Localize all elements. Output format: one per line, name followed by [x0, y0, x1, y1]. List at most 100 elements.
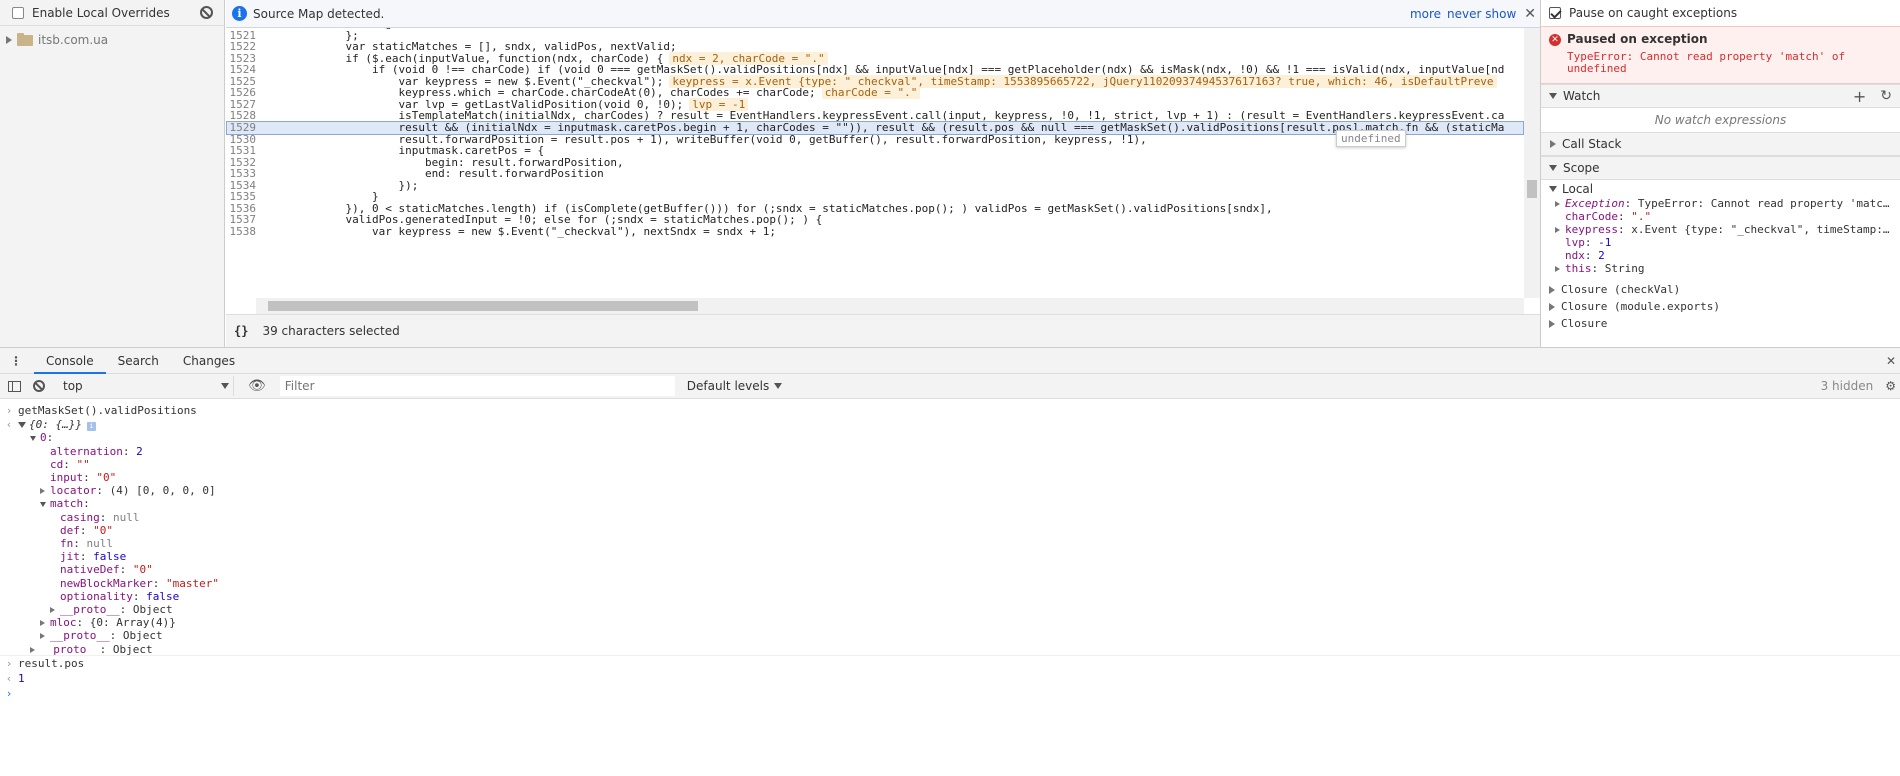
- console-prompt[interactable]: ›: [0, 686, 1900, 701]
- scope-value: ".": [1631, 210, 1652, 223]
- drawer-menu-icon[interactable]: ⋮: [10, 354, 22, 368]
- console-message[interactable]: › result.pos: [0, 656, 1900, 671]
- code-text: var keypress = new $.Event("_checkval"),…: [266, 224, 776, 238]
- dropdown-arrow-icon: [774, 383, 783, 389]
- collapse-arrow-icon[interactable]: [18, 422, 26, 429]
- object-property[interactable]: cd: "": [0, 458, 1900, 471]
- editor-vertical-scrollbar[interactable]: [1524, 28, 1540, 298]
- scope-closure[interactable]: Closure (checkVal): [1549, 283, 1680, 296]
- watch-header[interactable]: Watch + ↻: [1541, 84, 1900, 108]
- collapse-arrow-icon[interactable]: [30, 431, 40, 444]
- scope-variable-keypress[interactable]: keypress: x.Event {type: "_checkval", ti…: [1555, 223, 1890, 236]
- line-number[interactable]: 1533: [226, 168, 257, 180]
- more-link[interactable]: more: [1410, 7, 1441, 21]
- context-select[interactable]: top: [59, 376, 234, 396]
- scope-variable-charcode[interactable]: charCode: ".": [1555, 210, 1651, 223]
- property-key: 0: [40, 431, 47, 445]
- expand-arrow-icon: [1550, 140, 1556, 148]
- scrollbar-thumb[interactable]: [268, 301, 698, 311]
- console-output[interactable]: › getMaskSet().validPositions ‹ {0: {…}} i 0:…: [0, 399, 1900, 776]
- object-property[interactable]: match:: [0, 497, 1900, 510]
- object-property[interactable]: def: "0": [0, 524, 1900, 537]
- code-line[interactable]: var keypress = new $.Event("_checkval"),…: [266, 226, 776, 238]
- scope-variable-ndx[interactable]: ndx: 2: [1555, 249, 1605, 262]
- object-property[interactable]: __proto__: Object: [0, 629, 1900, 642]
- local-label: Local: [1562, 182, 1594, 196]
- scope-closure[interactable]: Closure (module.exports): [1549, 300, 1720, 313]
- close-drawer-icon[interactable]: ✕: [1886, 354, 1896, 368]
- object-property[interactable]: input: "0": [0, 471, 1900, 484]
- object-property[interactable]: newBlockMarker: "master": [0, 577, 1900, 590]
- object-property[interactable]: 0:: [0, 431, 1900, 444]
- console-message[interactable]: ‹ {0: {…}} i: [0, 418, 1900, 432]
- add-watch-icon[interactable]: +: [1853, 87, 1866, 106]
- object-property[interactable]: nativeDef: "0": [0, 563, 1900, 576]
- editor-horizontal-scrollbar[interactable]: [256, 298, 1524, 314]
- object-property[interactable]: __proto__: Object: [0, 643, 1900, 656]
- expand-arrow-icon[interactable]: [40, 484, 50, 497]
- object-property[interactable]: locator: (4) [0, 0, 0, 0]: [0, 484, 1900, 497]
- scope-variable-exception[interactable]: Exception: TypeError: Cannot read proper…: [1555, 197, 1890, 210]
- scope-variable-lvp[interactable]: lvp: -1: [1555, 236, 1611, 249]
- console-message[interactable]: ‹ 1: [0, 671, 1900, 686]
- property-value: Object: [112, 642, 153, 656]
- never-show-link[interactable]: never show: [1447, 7, 1516, 21]
- pretty-print-icon[interactable]: {}: [234, 324, 248, 338]
- console-filter-input[interactable]: [279, 376, 675, 396]
- console-command: result.pos: [18, 656, 85, 670]
- scope-variable-this[interactable]: this: String: [1555, 262, 1645, 275]
- closure-label: Closure (module.exports): [1561, 300, 1720, 313]
- object-property[interactable]: jit: false: [0, 550, 1900, 563]
- info-badge-icon[interactable]: i: [86, 422, 96, 432]
- line-number[interactable]: 1538: [226, 226, 257, 238]
- clear-icon[interactable]: [200, 6, 213, 19]
- close-icon[interactable]: ✕: [1524, 6, 1536, 22]
- scope-key: keypress: [1565, 223, 1618, 236]
- tab-search[interactable]: Search: [106, 348, 171, 374]
- pause-caught-checkbox[interactable]: [1549, 7, 1561, 19]
- info-icon: i: [232, 6, 247, 21]
- console-settings-icon[interactable]: ⚙: [1885, 379, 1896, 393]
- tab-console[interactable]: Console: [34, 348, 106, 374]
- property-value: (4) [0, 0, 0, 0]: [109, 484, 216, 498]
- expand-arrow-icon[interactable]: [6, 36, 12, 44]
- line-number[interactable]: 1529: [226, 122, 257, 134]
- console-message[interactable]: › getMaskSet().validPositions: [0, 403, 1900, 418]
- line-number[interactable]: 1522: [226, 41, 257, 53]
- sources-navigator: Enable Local Overrides itsb.com.ua: [0, 0, 225, 347]
- enable-overrides-row[interactable]: Enable Local Overrides: [0, 0, 224, 26]
- sidebar-toggle-icon[interactable]: [8, 380, 21, 392]
- scope-local-row[interactable]: Local: [1549, 181, 1593, 197]
- expand-arrow-icon[interactable]: [50, 603, 60, 616]
- expand-arrow-icon[interactable]: [40, 629, 50, 642]
- object-property[interactable]: __proto__: Object: [0, 603, 1900, 616]
- collapse-arrow-icon[interactable]: [40, 497, 50, 510]
- line-number[interactable]: 1524: [226, 64, 257, 76]
- scope-key: this: [1565, 262, 1592, 275]
- object-property[interactable]: mloc: {0: Array(4)}: [0, 616, 1900, 629]
- object-property[interactable]: fn: null: [0, 537, 1900, 550]
- enable-overrides-checkbox[interactable]: [12, 6, 24, 19]
- object-property[interactable]: alternation: 2: [0, 445, 1900, 458]
- object-property[interactable]: optionality: false: [0, 590, 1900, 603]
- object-property[interactable]: casing: null: [0, 511, 1900, 524]
- scope-header[interactable]: Scope: [1541, 156, 1900, 180]
- property-value: 2: [136, 444, 143, 458]
- scrollbar-thumb[interactable]: [1527, 180, 1537, 198]
- refresh-icon[interactable]: ↻: [1880, 88, 1892, 104]
- console-command: getMaskSet().validPositions: [18, 404, 197, 417]
- log-levels-select[interactable]: Default levels: [687, 379, 783, 393]
- folder-tree-item[interactable]: itsb.com.ua: [0, 27, 224, 53]
- output-arrow-icon: ‹: [5, 418, 13, 432]
- pause-caught-row[interactable]: Pause on caught exceptions: [1541, 1, 1900, 25]
- scope-closure[interactable]: Closure: [1549, 317, 1607, 330]
- line-number[interactable]: 1531: [226, 145, 257, 157]
- call-stack-header[interactable]: Call Stack: [1541, 132, 1900, 156]
- code-area[interactable]: 1520 begin: initialNdx1521 };1522 var st…: [226, 28, 1524, 298]
- expand-arrow-icon[interactable]: [40, 616, 50, 629]
- tab-changes[interactable]: Changes: [171, 348, 247, 374]
- property-key: def: [60, 523, 80, 537]
- clear-console-icon[interactable]: [33, 380, 45, 392]
- live-expression-eye-icon[interactable]: 👁: [248, 378, 266, 394]
- property-key: __proto__: [60, 603, 120, 616]
